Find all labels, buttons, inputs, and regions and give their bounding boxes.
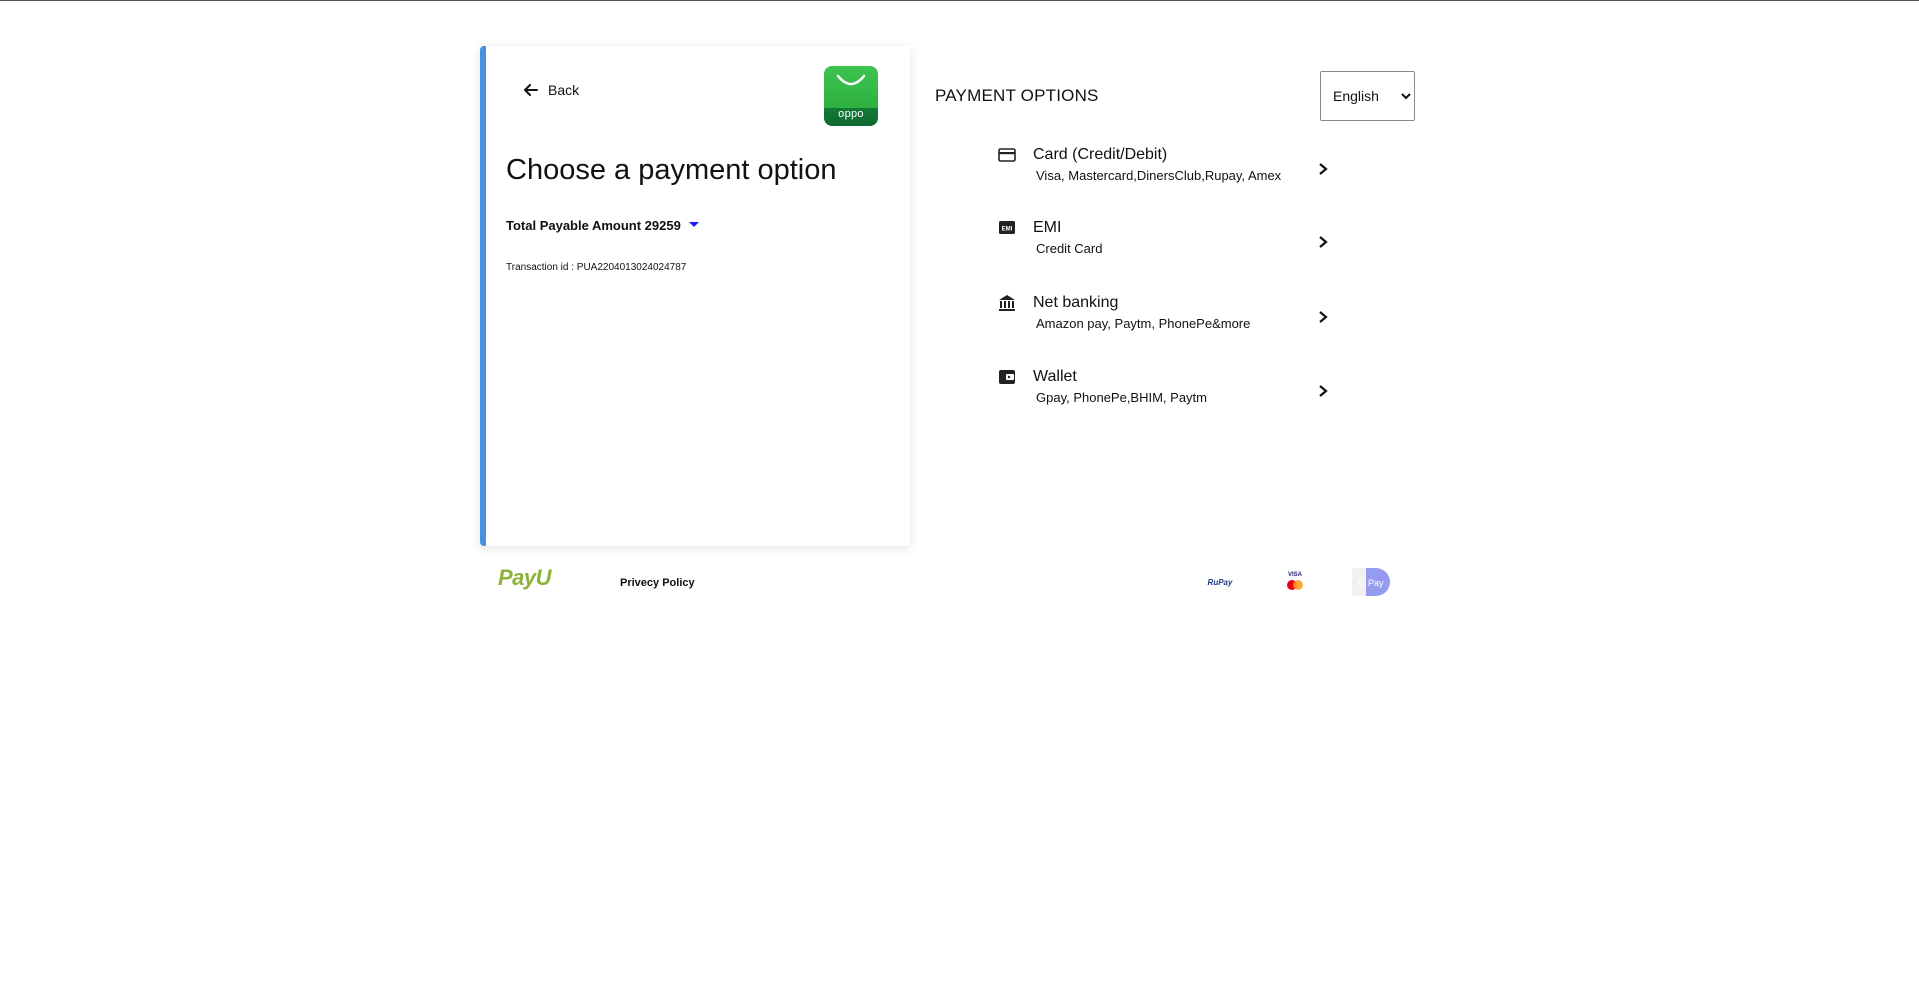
oppo-logo: oppo: [824, 66, 878, 126]
page-title: Choose a payment option: [506, 154, 837, 186]
option-netbanking-title: Net banking: [1033, 294, 1119, 311]
arrow-left-icon: [524, 84, 538, 96]
option-emi[interactable]: EMI EMI Credit Card: [998, 219, 1328, 269]
back-button[interactable]: Back: [524, 82, 579, 98]
brand-name: oppo: [838, 108, 864, 120]
rupay-logo: RuPay: [1208, 578, 1233, 587]
payment-page: Back oppo Choose a payment option Total …: [480, 46, 1415, 606]
chevron-right-icon: [1319, 311, 1328, 323]
visa-text: VISA: [1288, 572, 1303, 578]
option-netbanking[interactable]: Net banking Amazon pay, Paytm, PhonePe&m…: [998, 294, 1328, 344]
back-label: Back: [548, 82, 580, 98]
chevron-right-icon: [1319, 236, 1328, 248]
option-wallet[interactable]: Wallet Gpay, PhonePe,BHIM, Paytm: [998, 368, 1328, 418]
gpay-text: G Pay: [1358, 578, 1384, 588]
transaction-id: Transaction id : PUA2204013024024787: [506, 262, 687, 273]
shopping-bag-smile-icon: [836, 74, 866, 86]
privacy-policy-link[interactable]: Privecy Policy: [620, 577, 695, 589]
option-netbanking-subtitle: Amazon pay, Paytm, PhonePe&more: [1036, 316, 1251, 331]
language-select[interactable]: English: [1320, 71, 1415, 121]
chevron-right-icon: [1319, 163, 1328, 175]
caret-down-icon: [688, 221, 699, 227]
amount-toggle[interactable]: Total Payable Amount 29259: [506, 218, 699, 233]
options-heading: PAYMENT OPTIONS: [935, 86, 1099, 105]
option-card-subtitle: Visa, Mastercard,DinersClub,Rupay, Amex: [1036, 168, 1282, 183]
option-emi-title: EMI: [1033, 219, 1062, 236]
option-wallet-title: Wallet: [1033, 368, 1077, 385]
credit-card-icon: [998, 148, 1016, 162]
svg-text:EMI: EMI: [1002, 227, 1013, 233]
chevron-right-icon: [1319, 385, 1328, 397]
footer: PayU Privecy Policy RuPay VISA G Pay: [480, 561, 1415, 606]
emi-icon: EMI: [999, 221, 1015, 234]
google-pay-logo: G Pay: [1352, 568, 1390, 596]
option-card-title: Card (Credit/Debit): [1033, 146, 1168, 163]
wallet-icon: [999, 370, 1015, 384]
top-rule: [0, 0, 1919, 1]
visa-mastercard-logo: VISA: [1287, 572, 1303, 590]
option-card[interactable]: Card (Credit/Debit) Visa, Mastercard,Din…: [998, 146, 1328, 196]
amount-label: Total Payable Amount 29259: [506, 218, 681, 233]
bank-icon: [999, 295, 1015, 311]
option-emi-subtitle: Credit Card: [1036, 241, 1103, 256]
order-summary-card: Back oppo Choose a payment option Total …: [480, 46, 910, 546]
payu-logo: PayU: [498, 565, 552, 590]
option-wallet-subtitle: Gpay, PhonePe,BHIM, Paytm: [1036, 390, 1207, 405]
rupay-text: RuPay: [1208, 578, 1233, 587]
